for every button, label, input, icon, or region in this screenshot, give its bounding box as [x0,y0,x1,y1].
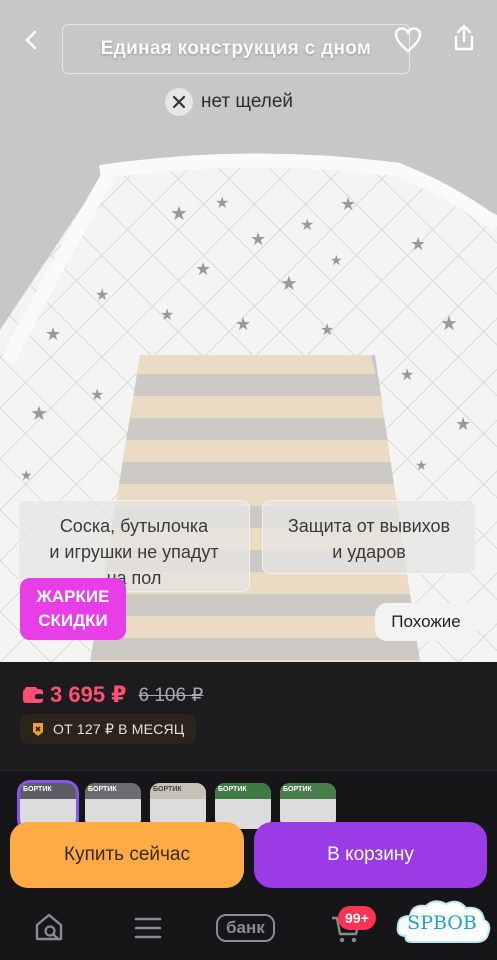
add-to-cart-button[interactable]: В корзину [254,822,487,888]
back-button[interactable] [14,22,50,58]
price-row: 3 695 ₽ 6 106 ₽ [22,682,203,708]
wallet-icon [23,687,43,703]
back-arrow-icon [25,30,37,50]
variant-label: БОРТИК [23,786,52,793]
heart-icon [394,27,422,53]
installment-offer[interactable]: ОТ 127 ₽ В МЕСЯЦ [20,714,197,744]
product-image[interactable]: ★★ ★★ ★★ ★★ ★★ ★★ ★★ ★★ ★★ ★★ ★ Единая к… [0,0,497,662]
no-gap-label: нет щелей [201,91,294,112]
variant-label: БОРТИК [153,786,182,793]
feature-text: Соска, бутылочка [59,516,209,536]
variant-label: БОРТИК [283,786,312,793]
image-caption: Единая конструкция с дном [62,24,410,74]
feature-text: Защита от вывихов [287,516,451,536]
tab-home[interactable] [34,912,66,942]
menu-icon [134,917,162,939]
hot-badge-line: ЖАРКИЕ [36,587,110,606]
tab-bank[interactable]: банк [216,914,275,942]
installment-label: ОТ 127 ₽ В МЕСЯЦ [53,720,185,737]
watermark: SPBOB [392,894,492,952]
current-price: 3 695 ₽ [50,682,127,707]
share-button[interactable] [446,20,482,56]
feature-text: и ударов [332,542,406,562]
hot-badge-line: СКИДКИ [38,611,108,630]
variant-label: БОРТИК [218,786,247,793]
close-x-icon [165,88,193,116]
watermark-text: SPBOB [407,912,477,934]
no-gap-note: нет щелей [165,86,293,118]
variant-label: БОРТИК [88,786,117,793]
buy-now-button[interactable]: Купить сейчас [10,822,244,888]
hot-discount-badge[interactable]: ЖАРКИЕ СКИДКИ [20,578,126,640]
share-icon [454,24,474,51]
similar-button[interactable]: Похожие [375,603,477,641]
cart-count-badge: 99+ [338,906,376,930]
bank-label: банк [216,914,275,942]
favorite-button[interactable] [390,22,426,58]
installment-icon [33,723,43,736]
home-search-icon [35,913,63,941]
feature-callout-protection: Защита от вывихов и ударов [262,500,476,574]
price-panel: 3 695 ₽ 6 106 ₽ ОТ 127 ₽ В МЕСЯЦ [0,662,497,770]
feature-text: и игрушки не упадут [49,542,219,562]
tab-catalog[interactable] [133,916,163,940]
old-price: 6 106 ₽ [138,684,204,706]
